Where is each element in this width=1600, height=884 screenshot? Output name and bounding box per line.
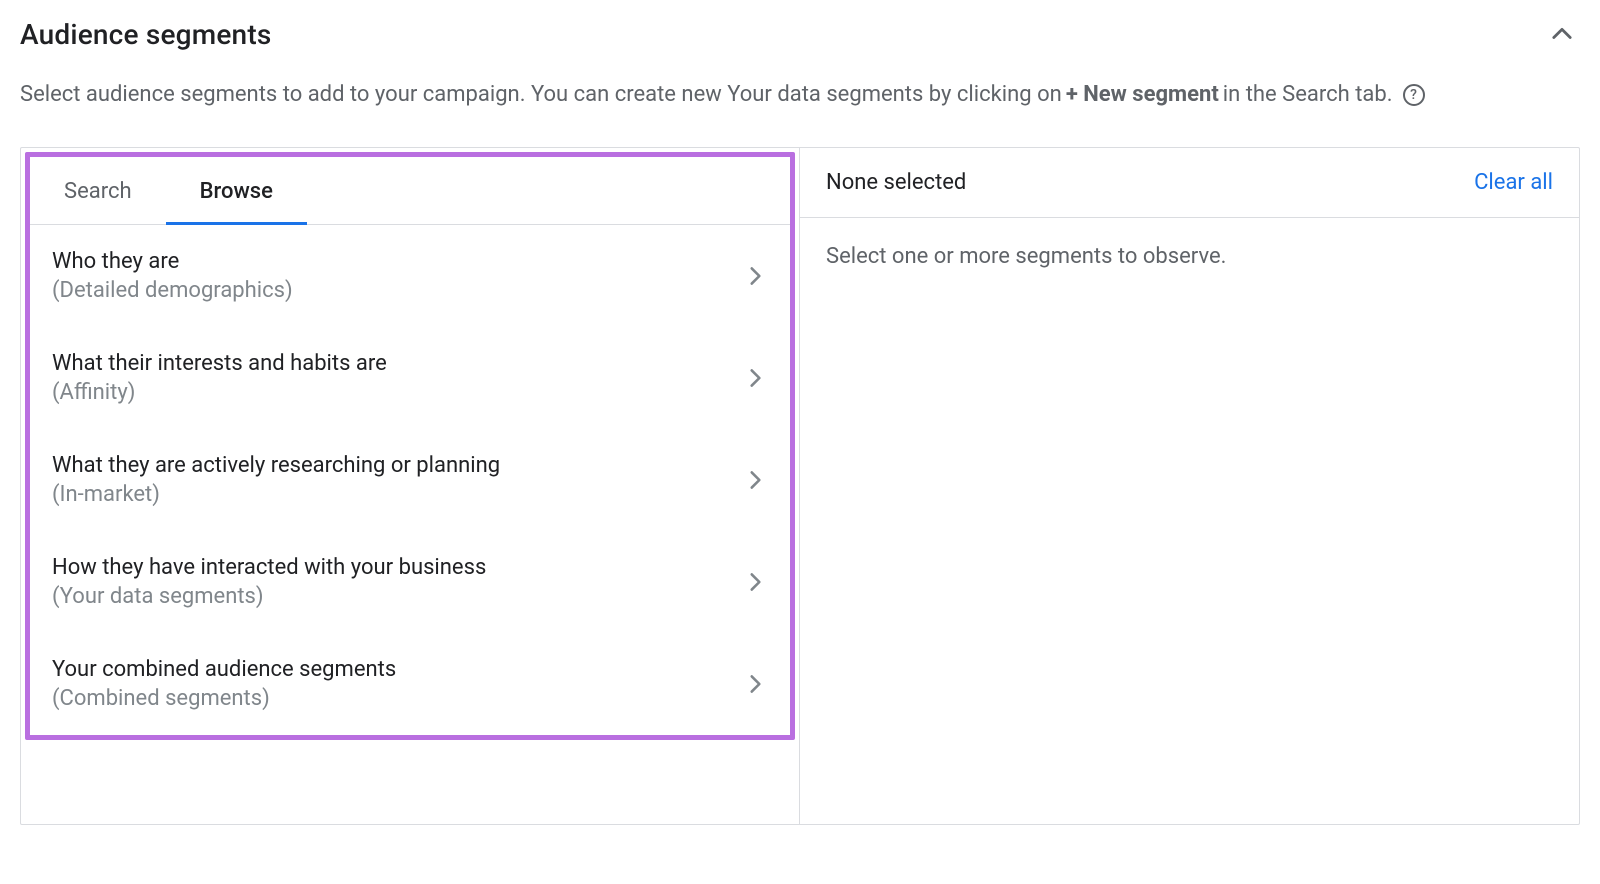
selection-pane: None selected Clear all Select one or mo… bbox=[800, 148, 1579, 824]
panes-container: Search Browse Who they are (Detailed dem… bbox=[20, 147, 1580, 825]
browse-item-your-data[interactable]: How they have interacted with your busin… bbox=[30, 531, 790, 633]
chevron-right-icon bbox=[742, 671, 768, 697]
browse-item-subtitle: (In-market) bbox=[52, 482, 742, 507]
highlight-box: Search Browse Who they are (Detailed dem… bbox=[25, 152, 795, 740]
selection-body: Select one or more segments to observe. bbox=[800, 218, 1579, 295]
browse-pane: Search Browse Who they are (Detailed dem… bbox=[21, 148, 800, 824]
browse-item-affinity[interactable]: What their interests and habits are (Aff… bbox=[30, 327, 790, 429]
section-title: Audience segments bbox=[20, 18, 271, 51]
help-icon[interactable]: ? bbox=[1403, 84, 1425, 106]
browse-item-detailed-demographics[interactable]: Who they are (Detailed demographics) bbox=[30, 225, 790, 327]
selection-header: None selected Clear all bbox=[800, 148, 1579, 218]
browse-item-in-market[interactable]: What they are actively researching or pl… bbox=[30, 429, 790, 531]
description-post: in the Search tab. bbox=[1223, 80, 1393, 111]
browse-item-title: What they are actively researching or pl… bbox=[52, 453, 742, 478]
tab-search[interactable]: Search bbox=[30, 157, 166, 225]
browse-item-title: What their interests and habits are bbox=[52, 351, 742, 376]
browse-item-title: Who they are bbox=[52, 249, 742, 274]
section-header: Audience segments bbox=[20, 16, 1580, 52]
description-bold: + New segment bbox=[1066, 80, 1219, 111]
description-pre: Select audience segments to add to your … bbox=[20, 80, 1062, 111]
browse-item-subtitle: (Your data segments) bbox=[52, 584, 742, 609]
tab-browse[interactable]: Browse bbox=[166, 157, 307, 225]
chevron-right-icon bbox=[742, 263, 768, 289]
chevron-up-icon bbox=[1548, 20, 1576, 48]
tab-bar: Search Browse bbox=[30, 157, 790, 225]
browse-item-title: How they have interacted with your busin… bbox=[52, 555, 742, 580]
browse-item-subtitle: (Affinity) bbox=[52, 380, 742, 405]
section-description: Select audience segments to add to your … bbox=[20, 80, 1580, 111]
clear-all-link[interactable]: Clear all bbox=[1474, 170, 1553, 195]
chevron-right-icon bbox=[742, 365, 768, 391]
browse-item-subtitle: (Detailed demographics) bbox=[52, 278, 742, 303]
browse-item-title: Your combined audience segments bbox=[52, 657, 742, 682]
browse-item-subtitle: (Combined segments) bbox=[52, 686, 742, 711]
browse-list: Who they are (Detailed demographics) Wha… bbox=[30, 225, 790, 735]
browse-item-combined[interactable]: Your combined audience segments (Combine… bbox=[30, 633, 790, 735]
chevron-right-icon bbox=[742, 569, 768, 595]
chevron-right-icon bbox=[742, 467, 768, 493]
selection-count-label: None selected bbox=[826, 170, 966, 195]
collapse-toggle[interactable] bbox=[1544, 16, 1580, 52]
